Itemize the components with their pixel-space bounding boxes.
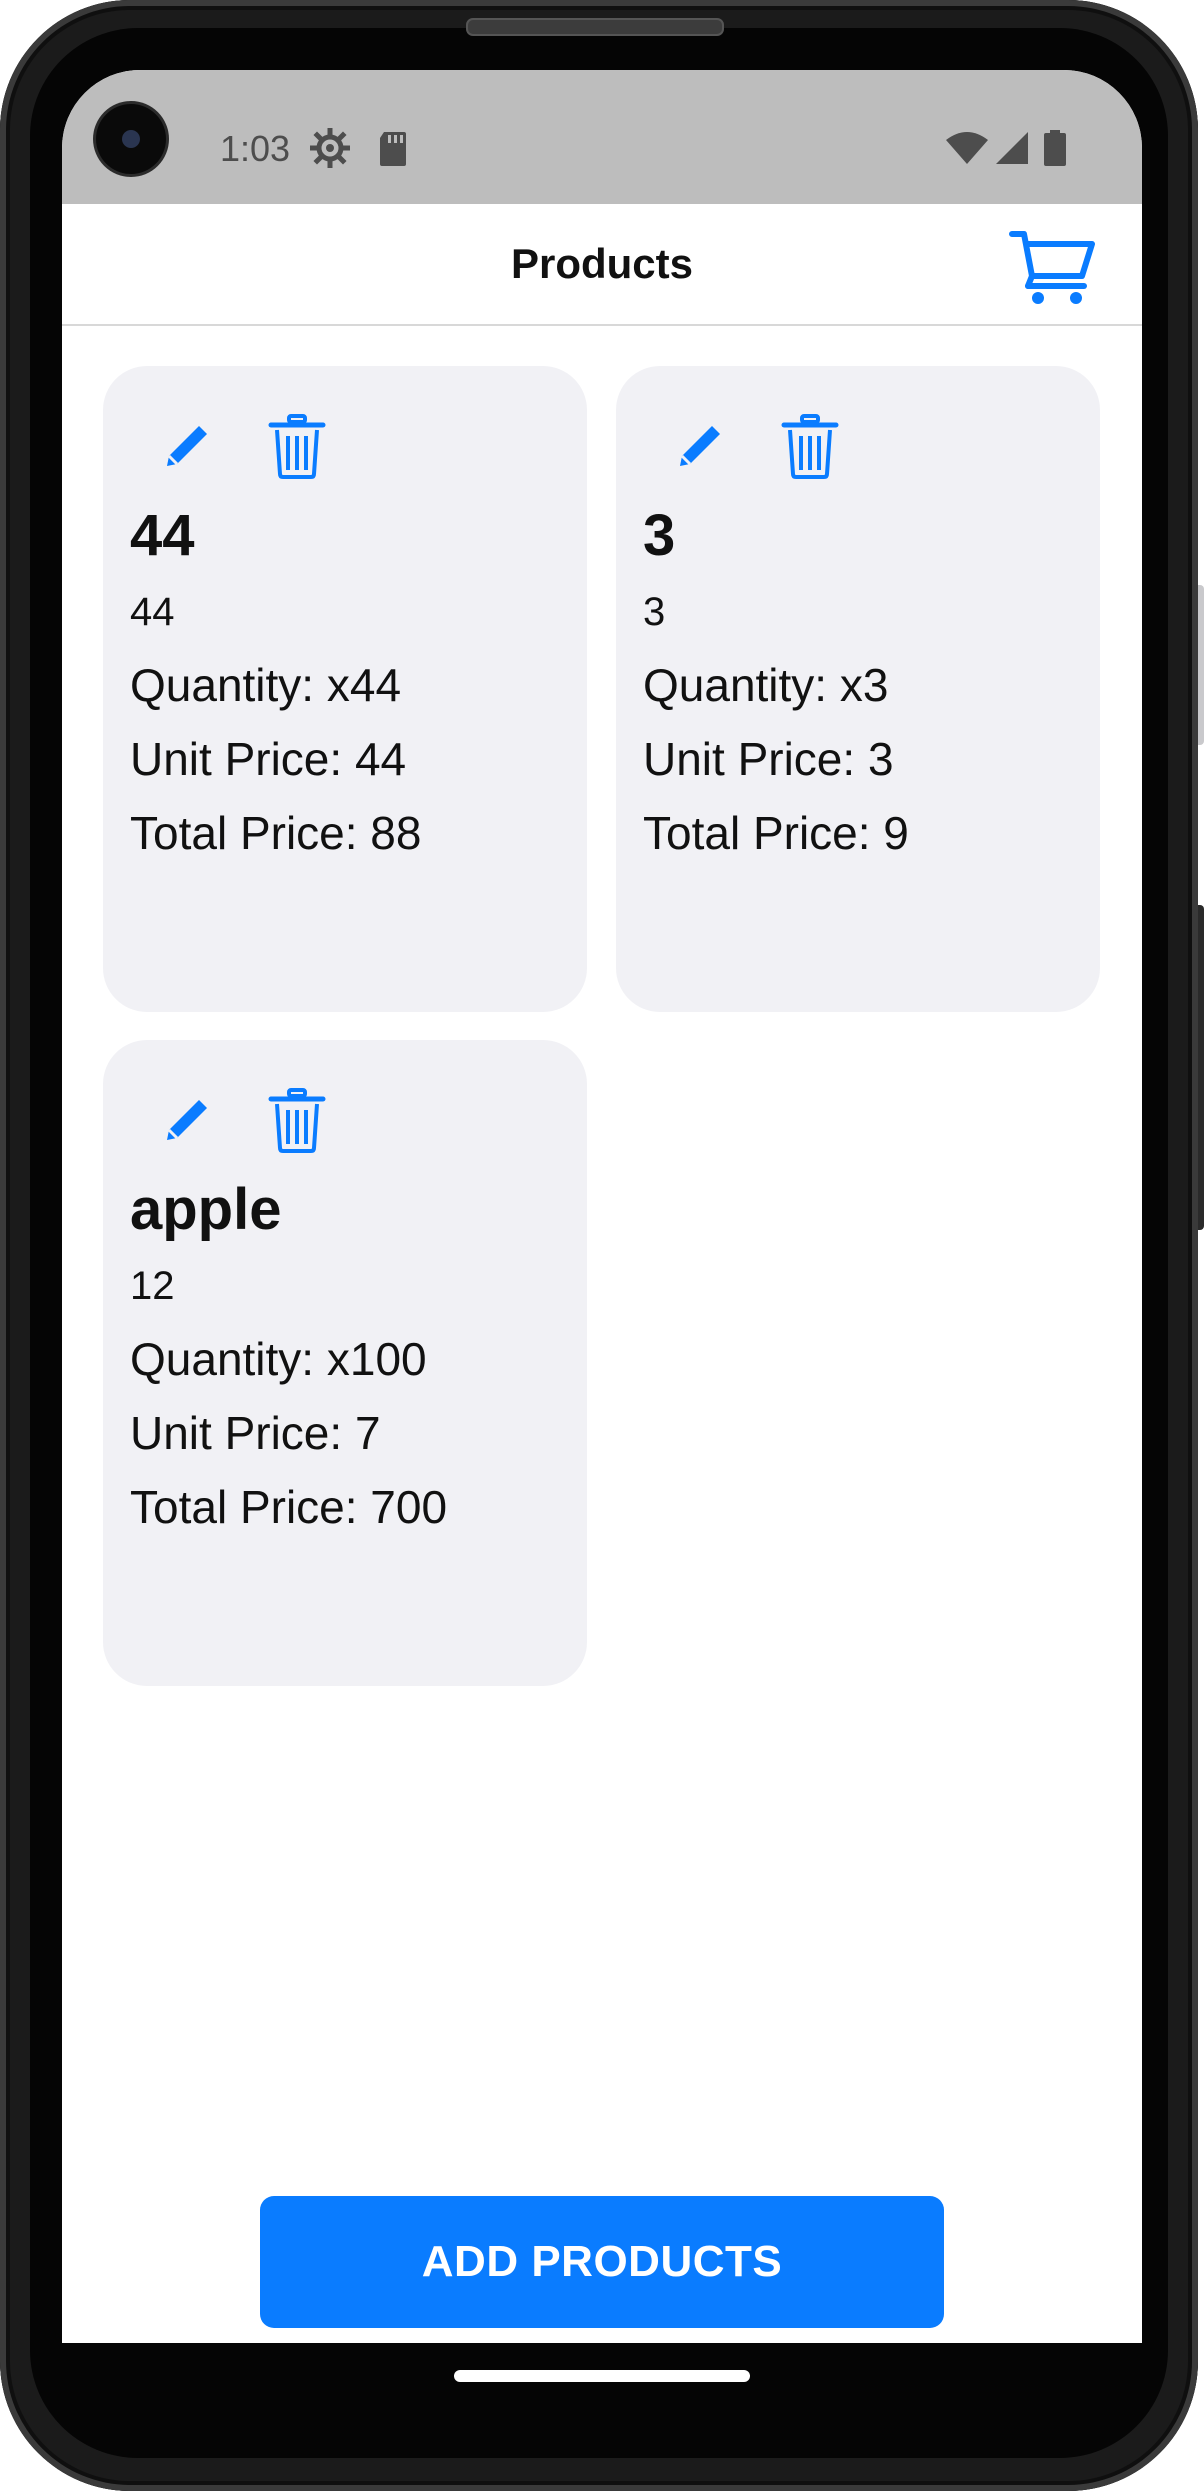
- trash-icon: [268, 1088, 326, 1153]
- page-title: Products: [510, 240, 694, 287]
- trash-icon: [268, 414, 326, 479]
- sd-card-icon: [380, 132, 406, 166]
- delete-button[interactable]: [267, 1088, 327, 1154]
- product-name: 44: [130, 503, 195, 568]
- product-name: apple: [130, 1177, 282, 1242]
- phone-device: 1:03 Products 44 44 Quantity: x44 Unit P…: [0, 0, 1204, 2491]
- pencil-icon: [167, 1100, 207, 1140]
- product-description: 3: [643, 590, 666, 634]
- product-total-price: Total Price: 88: [130, 807, 422, 859]
- delete-button[interactable]: [267, 414, 327, 480]
- cell-signal-icon: [996, 132, 1028, 164]
- product-quantity: Quantity: x3: [643, 659, 889, 711]
- product-name: 3: [643, 503, 676, 568]
- app-screen: 1:03 Products 44 44 Quantity: x44 Unit P…: [62, 70, 1142, 2343]
- product-total-price: Total Price: 9: [643, 807, 909, 859]
- product-description: 12: [130, 1264, 175, 1308]
- product-unit-price: Unit Price: 3: [643, 733, 894, 785]
- product-unit-price: Unit Price: 7: [130, 1407, 381, 1459]
- app-header: Products: [62, 204, 1142, 326]
- product-description: 44: [130, 590, 175, 634]
- shopping-cart-icon: [1009, 231, 1095, 304]
- edit-button[interactable]: [159, 1092, 215, 1148]
- battery-icon: [1044, 130, 1066, 166]
- wifi-icon: [946, 132, 988, 164]
- add-products-button[interactable]: ADD PRODUCTS: [260, 2196, 944, 2328]
- earpiece-speaker: [466, 18, 724, 36]
- product-quantity: Quantity: x44: [130, 659, 402, 711]
- edit-button[interactable]: [672, 418, 728, 474]
- settings-gear-icon: [310, 128, 350, 168]
- pencil-icon: [680, 426, 720, 466]
- home-indicator[interactable]: [454, 2370, 750, 2382]
- product-unit-price: Unit Price: 44: [130, 733, 407, 785]
- status-time: 1:03: [220, 128, 291, 169]
- pencil-icon: [167, 426, 207, 466]
- product-card: 44 44 Quantity: x44 Unit Price: 44 Total…: [103, 366, 587, 1012]
- product-card: 3 3 Quantity: x3 Unit Price: 3 Total Pri…: [616, 366, 1100, 1012]
- product-total-price: Total Price: 700: [130, 1481, 448, 1533]
- front-camera: [96, 104, 166, 174]
- status-bar: 1:03: [62, 70, 1142, 204]
- cart-button[interactable]: [1008, 226, 1096, 306]
- trash-icon: [781, 414, 839, 479]
- product-card: apple 12 Quantity: x100 Unit Price: 7 To…: [103, 1040, 587, 1686]
- edit-button[interactable]: [159, 418, 215, 474]
- delete-button[interactable]: [780, 414, 840, 480]
- product-quantity: Quantity: x100: [130, 1333, 427, 1385]
